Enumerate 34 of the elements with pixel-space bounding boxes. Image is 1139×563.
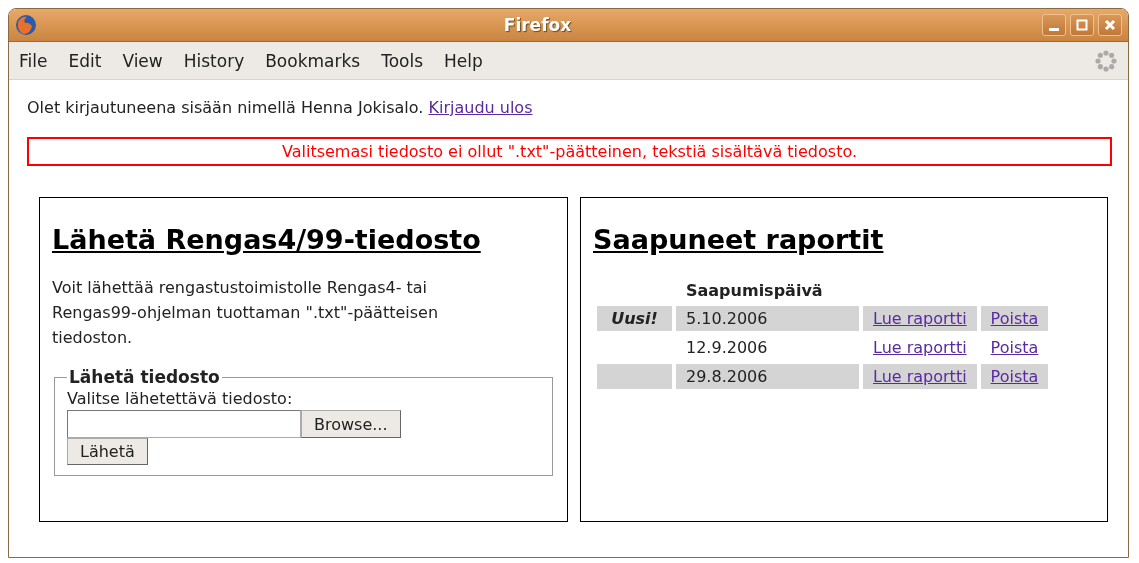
window-title: Firefox xyxy=(502,15,573,35)
table-cell: 5.10.2006 xyxy=(676,306,859,331)
login-status-text: Olet kirjautuneena sisään nimellä Henna Jokisalo. xyxy=(27,98,424,117)
logout-link[interactable]: Kirjaudu ulos xyxy=(428,98,533,117)
browser-logo-icon xyxy=(15,14,37,36)
menu-item[interactable]: Edit xyxy=(68,50,102,71)
maximize-icon xyxy=(1076,19,1088,31)
loading-spinner-icon xyxy=(1094,48,1118,73)
read-report-link[interactable]: Lue raportti xyxy=(873,338,967,357)
table-cell-text: 12.9.2006 xyxy=(685,337,769,359)
submit-button[interactable]: Lähetä xyxy=(67,438,148,465)
instructions-text: Voit lähettää rengastustoimistolle Rengas4- tai Rengas99-ohjelman tuottaman ".txt"-päätteisen tiedoston. xyxy=(52,277,440,349)
new-label: Uusi! xyxy=(597,306,672,331)
error-message: Valitsemasi tiedosto ei ollut ".txt"-päätteinen, tekstiä sisältävä tiedosto. xyxy=(27,137,1112,166)
panel-heading: Lähetä Rengas4/99-tiedosto xyxy=(52,224,482,255)
file-path-field[interactable] xyxy=(67,410,301,438)
field-label: Valitse lähetettävä tiedosto: xyxy=(67,389,294,408)
minimize-button[interactable] xyxy=(1042,14,1066,36)
menu-item[interactable]: Help xyxy=(444,50,483,71)
menu-item[interactable]: File xyxy=(19,50,48,71)
close-button[interactable] xyxy=(1098,14,1122,36)
menu-item[interactable]: View xyxy=(122,50,163,71)
maximize-button[interactable] xyxy=(1070,14,1094,36)
browse-button[interactable]: Browse... xyxy=(301,410,401,438)
menu-item[interactable]: Bookmarks xyxy=(265,50,361,71)
delete-link[interactable]: Poista xyxy=(990,338,1039,357)
panel-heading: Saapuneet raportit xyxy=(593,224,885,255)
menu-item[interactable]: History xyxy=(183,50,245,71)
table-cell: 29.8.2006 xyxy=(676,364,859,389)
close-icon xyxy=(1104,19,1116,31)
minimize-icon xyxy=(1049,27,1059,31)
menu-item[interactable]: Tools xyxy=(381,50,424,71)
column-header: Saapumispäivä xyxy=(685,280,824,302)
fieldset-legend: Lähetä tiedosto xyxy=(67,367,222,387)
